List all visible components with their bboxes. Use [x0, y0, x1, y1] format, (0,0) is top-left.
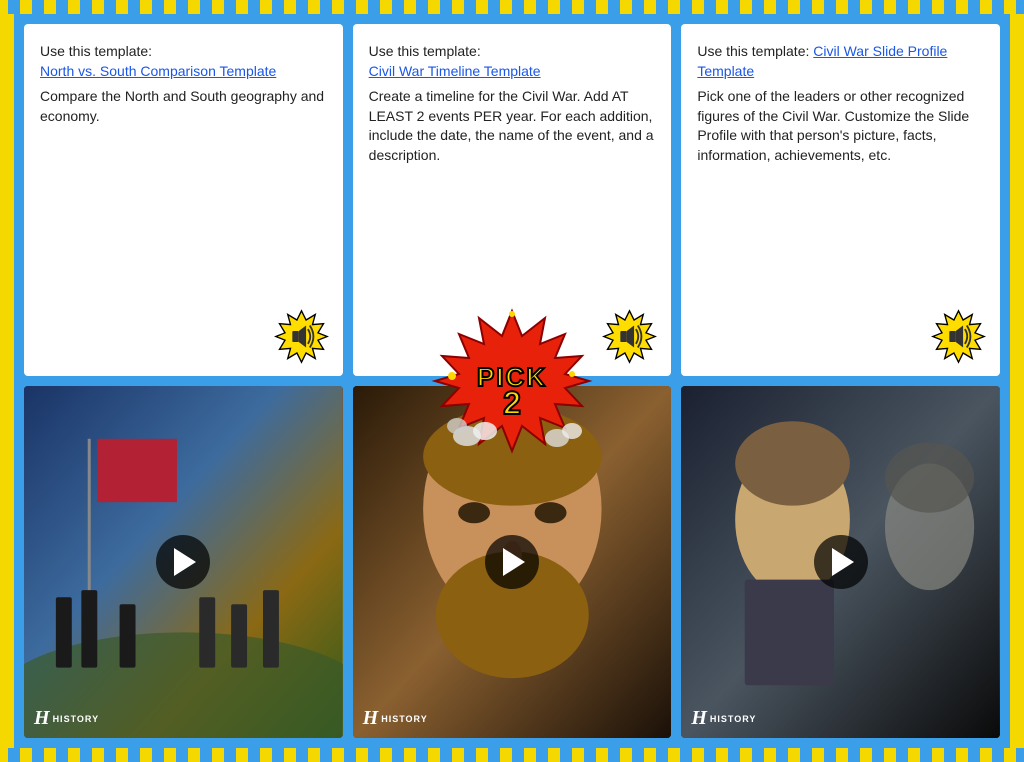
history-h-icon-3: H — [691, 707, 707, 730]
svg-text:2: 2 — [503, 385, 521, 421]
sound-bubble-1 — [274, 309, 329, 364]
comparison-template-description: Compare the North and South geography an… — [40, 87, 327, 126]
video-cell-3[interactable]: H HISTORY — [681, 386, 1000, 738]
history-text-1: HISTORY — [53, 714, 100, 724]
comparison-template-link[interactable]: North vs. South Comparison Template — [40, 63, 276, 79]
video-overlay-3 — [681, 386, 1000, 738]
play-button-1[interactable] — [156, 535, 210, 589]
play-button-3[interactable] — [814, 535, 868, 589]
history-text-3: HISTORY — [710, 714, 757, 724]
video-overlay-1 — [24, 386, 343, 738]
history-logo-2: H HISTORY — [363, 707, 428, 730]
use-template-label-2: Use this template: — [369, 43, 481, 59]
history-logo-1: H HISTORY — [34, 707, 99, 730]
history-h-icon-2: H — [363, 707, 379, 730]
timeline-template-description: Create a timeline for the Civil War. Add… — [369, 87, 656, 165]
use-template-label-1: Use this template: — [40, 43, 152, 59]
sound-bubble-3 — [931, 309, 986, 364]
history-text-2: HISTORY — [381, 714, 428, 724]
history-h-icon-1: H — [34, 707, 50, 730]
pick2-badge: PICK 2 — [427, 306, 597, 456]
video-cell-1[interactable]: H HISTORY — [24, 386, 343, 738]
profile-template-cell: Use this template: Civil War Slide Profi… — [681, 24, 1000, 376]
use-template-label-3: Use this template: — [697, 43, 809, 59]
history-logo-3: H HISTORY — [691, 707, 756, 730]
sound-bubble-2 — [602, 309, 657, 364]
timeline-template-link[interactable]: Civil War Timeline Template — [369, 63, 541, 79]
profile-template-description: Pick one of the leaders or other recogni… — [697, 87, 984, 165]
comparison-template-cell: Use this template: North vs. South Compa… — [24, 24, 343, 376]
play-button-2[interactable] — [485, 535, 539, 589]
